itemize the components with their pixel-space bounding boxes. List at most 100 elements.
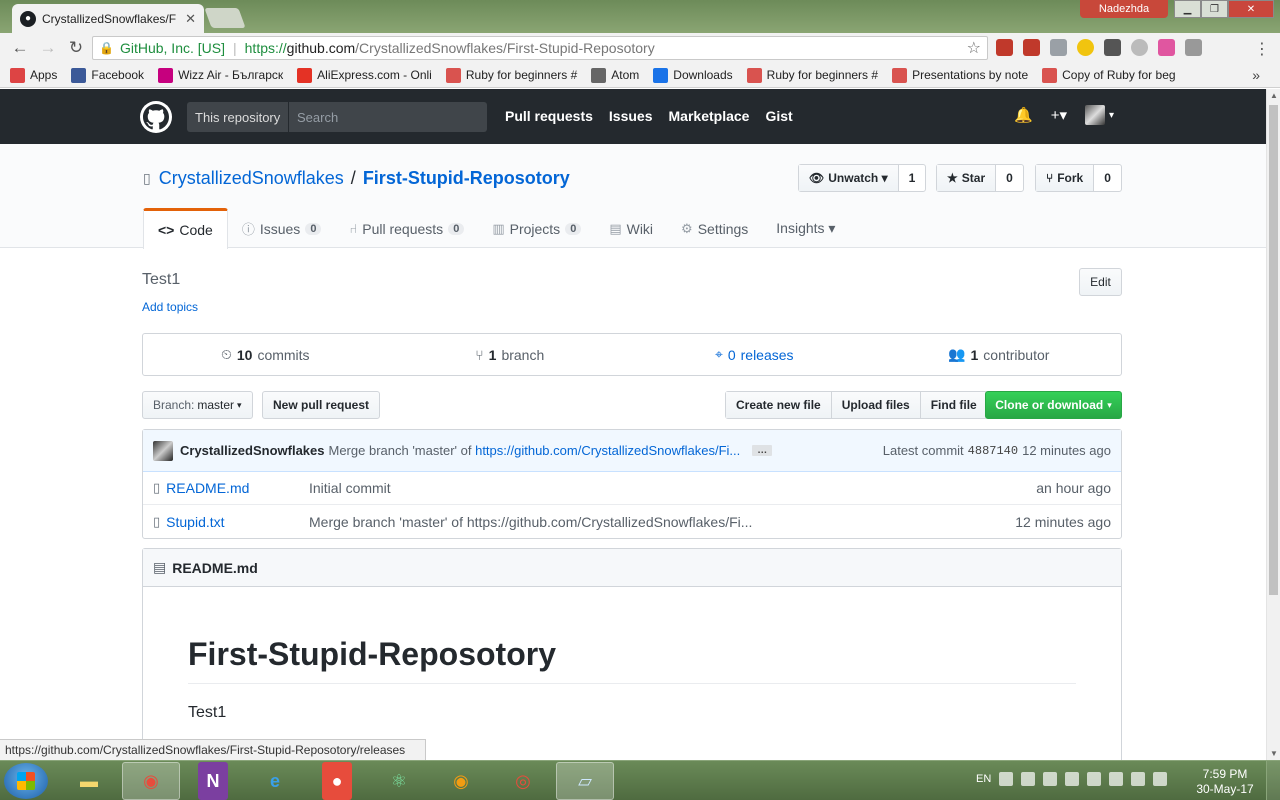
bookmark-item[interactable]: Atom bbox=[591, 67, 639, 83]
power-icon[interactable] bbox=[1109, 772, 1124, 786]
adblock-icon[interactable] bbox=[996, 39, 1013, 56]
google-drive-tray-icon[interactable] bbox=[1043, 772, 1058, 786]
edit-description-button[interactable]: Edit bbox=[1079, 268, 1122, 296]
close-tab-icon[interactable]: ✕ bbox=[185, 11, 196, 27]
tab-pull-requests[interactable]: ⑁ Pull requests 0 bbox=[335, 208, 478, 249]
commit-author-avatar[interactable] bbox=[153, 440, 173, 461]
profile-button[interactable]: Nadezhda bbox=[1080, 0, 1168, 18]
bookmark-item[interactable]: Ruby for beginners # bbox=[445, 67, 577, 83]
minimize-icon[interactable]: ▁ bbox=[1174, 0, 1201, 18]
tab-projects[interactable]: ▥ Projects 0 bbox=[478, 208, 595, 249]
commit-sha[interactable]: 4887140 bbox=[968, 444, 1018, 458]
tab-code[interactable]: <> Code bbox=[143, 208, 228, 249]
onenote-icon[interactable]: N bbox=[198, 762, 228, 800]
branches-link[interactable]: ⑂ 1 branch bbox=[388, 334, 633, 375]
restore-icon[interactable]: ❐ bbox=[1201, 0, 1228, 18]
tab-settings[interactable]: ⚙ Settings bbox=[667, 208, 762, 249]
repo-owner-link[interactable]: CrystallizedSnowflakes bbox=[159, 168, 344, 189]
bookmark-item[interactable]: Wizz Air - Българск bbox=[158, 67, 283, 83]
norton-icon[interactable] bbox=[1077, 39, 1094, 56]
find-file-button[interactable]: Find file bbox=[920, 392, 987, 418]
file-link[interactable]: ▯ Stupid.txt bbox=[153, 514, 309, 530]
nav-issues[interactable]: Issues bbox=[609, 108, 653, 124]
user-menu[interactable]: ▾ bbox=[1084, 105, 1114, 125]
volume-icon[interactable] bbox=[1153, 772, 1168, 786]
back-arrow-icon[interactable]: ← bbox=[8, 36, 32, 60]
firefox-icon[interactable]: ◉ bbox=[432, 762, 490, 800]
extension-red-icon[interactable] bbox=[1023, 39, 1040, 56]
bookmark-item[interactable]: AliExpress.com - Onli bbox=[297, 67, 432, 83]
tray-app-icon[interactable] bbox=[1065, 772, 1080, 786]
bookmark-item[interactable]: Presentations by note bbox=[892, 67, 1028, 83]
star-count[interactable]: 0 bbox=[996, 165, 1023, 191]
file-explorer-icon[interactable]: ▬ bbox=[60, 762, 118, 800]
nav-gist[interactable]: Gist bbox=[765, 108, 792, 124]
watch-count[interactable]: 1 bbox=[899, 165, 926, 191]
create-new-file-button[interactable]: Create new file bbox=[726, 392, 832, 418]
nav-marketplace[interactable]: Marketplace bbox=[669, 108, 750, 124]
notification-bell-icon[interactable]: 🔔 bbox=[1014, 106, 1033, 124]
bookmark-item[interactable]: Ruby for beginners # bbox=[746, 67, 878, 83]
scrollbar-thumb[interactable] bbox=[1269, 105, 1278, 595]
create-new-icon[interactable]: +▾ bbox=[1051, 106, 1067, 124]
expand-commit-button[interactable]: … bbox=[752, 445, 773, 456]
language-indicator[interactable]: EN bbox=[976, 773, 991, 785]
commits-link[interactable]: ⏲ 10 commits bbox=[143, 334, 388, 375]
chrome-icon[interactable]: ◉ bbox=[122, 762, 180, 800]
tray-expand-icon[interactable] bbox=[1021, 772, 1036, 786]
file-link[interactable]: ▯ README.md bbox=[153, 480, 309, 496]
color-extension-icon[interactable] bbox=[1158, 39, 1175, 56]
scroll-up-icon[interactable]: ▲ bbox=[1270, 91, 1278, 100]
opera-icon[interactable]: ◎ bbox=[494, 762, 552, 800]
internet-explorer-icon[interactable]: e bbox=[246, 762, 304, 800]
drive-extension-icon[interactable] bbox=[1050, 39, 1067, 56]
commit-message-link[interactable]: https://github.com/CrystallizedSnowflake… bbox=[475, 443, 740, 458]
flag-icon[interactable] bbox=[1087, 772, 1102, 786]
bookmark-star-icon[interactable]: ☆ bbox=[967, 38, 981, 58]
file-commit-message[interactable]: Initial commit bbox=[309, 480, 1036, 496]
github-logo-icon[interactable] bbox=[140, 101, 172, 133]
notepad-icon[interactable]: ▱ bbox=[556, 762, 614, 800]
fork-count[interactable]: 0 bbox=[1094, 165, 1121, 191]
upload-files-button[interactable]: Upload files bbox=[831, 392, 921, 418]
keyboard-icon[interactable] bbox=[999, 772, 1014, 786]
scroll-down-icon[interactable]: ▼ bbox=[1270, 749, 1278, 758]
commit-author[interactable]: CrystallizedSnowflakes bbox=[180, 443, 325, 458]
clone-or-download-button[interactable]: Clone or download ▾ bbox=[985, 391, 1122, 419]
network-icon[interactable] bbox=[1131, 772, 1146, 786]
start-button[interactable] bbox=[4, 763, 48, 799]
show-desktop-button[interactable] bbox=[1266, 761, 1280, 800]
bookmarks-overflow-icon[interactable]: » bbox=[1252, 67, 1260, 83]
bookmark-item[interactable]: Downloads bbox=[653, 67, 733, 83]
unwatch-button[interactable]: 👁 Unwatch ▾ bbox=[799, 165, 899, 191]
address-bar[interactable]: 🔒 GitHub, Inc. [US] | https://github.com… bbox=[92, 36, 988, 60]
browser-tab[interactable]: ● CrystallizedSnowflakes/F ✕ bbox=[12, 4, 204, 33]
reload-icon[interactable]: ↻ bbox=[64, 36, 88, 60]
pdf-extension-icon[interactable] bbox=[1185, 39, 1202, 56]
file-commit-message[interactable]: Merge branch 'master' of https://github.… bbox=[309, 514, 1015, 530]
tab-insights[interactable]: Insights ▾ bbox=[762, 208, 849, 249]
tab-wiki[interactable]: ▤ Wiki bbox=[595, 208, 667, 249]
tab-issues[interactable]: ⓘ Issues 0 bbox=[228, 208, 336, 249]
nav-pull-requests[interactable]: Pull requests bbox=[505, 108, 593, 124]
settings-extension-icon[interactable] bbox=[1131, 39, 1148, 56]
atom-icon[interactable]: ⚛ bbox=[370, 762, 428, 800]
forward-arrow-icon[interactable]: → bbox=[36, 36, 60, 60]
bookmark-item[interactable]: Copy of Ruby for beg bbox=[1042, 67, 1176, 83]
contributors-link[interactable]: 👥 1 contributor bbox=[877, 334, 1122, 375]
eyedropper-icon[interactable] bbox=[1104, 39, 1121, 56]
fork-button[interactable]: ⑂ Fork bbox=[1036, 165, 1095, 191]
branch-select-button[interactable]: Branch: master ▾ bbox=[142, 391, 253, 419]
clock[interactable]: 7:59 PM 30-May-17 bbox=[1192, 767, 1258, 797]
page-scrollbar[interactable]: ▲ ▼ bbox=[1266, 89, 1280, 760]
bookmark-item[interactable]: Apps bbox=[10, 67, 57, 83]
releases-link[interactable]: ⌖ 0 releases bbox=[632, 334, 877, 375]
star-button[interactable]: ★ Star bbox=[937, 165, 997, 191]
repo-name-link[interactable]: First-Stupid-Reposotory bbox=[363, 168, 570, 188]
paw-app-icon[interactable]: ● bbox=[322, 762, 352, 800]
browser-menu-icon[interactable]: ⋮ bbox=[1254, 39, 1270, 59]
bookmark-item[interactable]: Facebook bbox=[71, 67, 144, 83]
new-tab-button[interactable] bbox=[204, 8, 246, 28]
add-topics-link[interactable]: Add topics bbox=[142, 300, 198, 314]
close-window-icon[interactable]: ✕ bbox=[1228, 0, 1274, 18]
